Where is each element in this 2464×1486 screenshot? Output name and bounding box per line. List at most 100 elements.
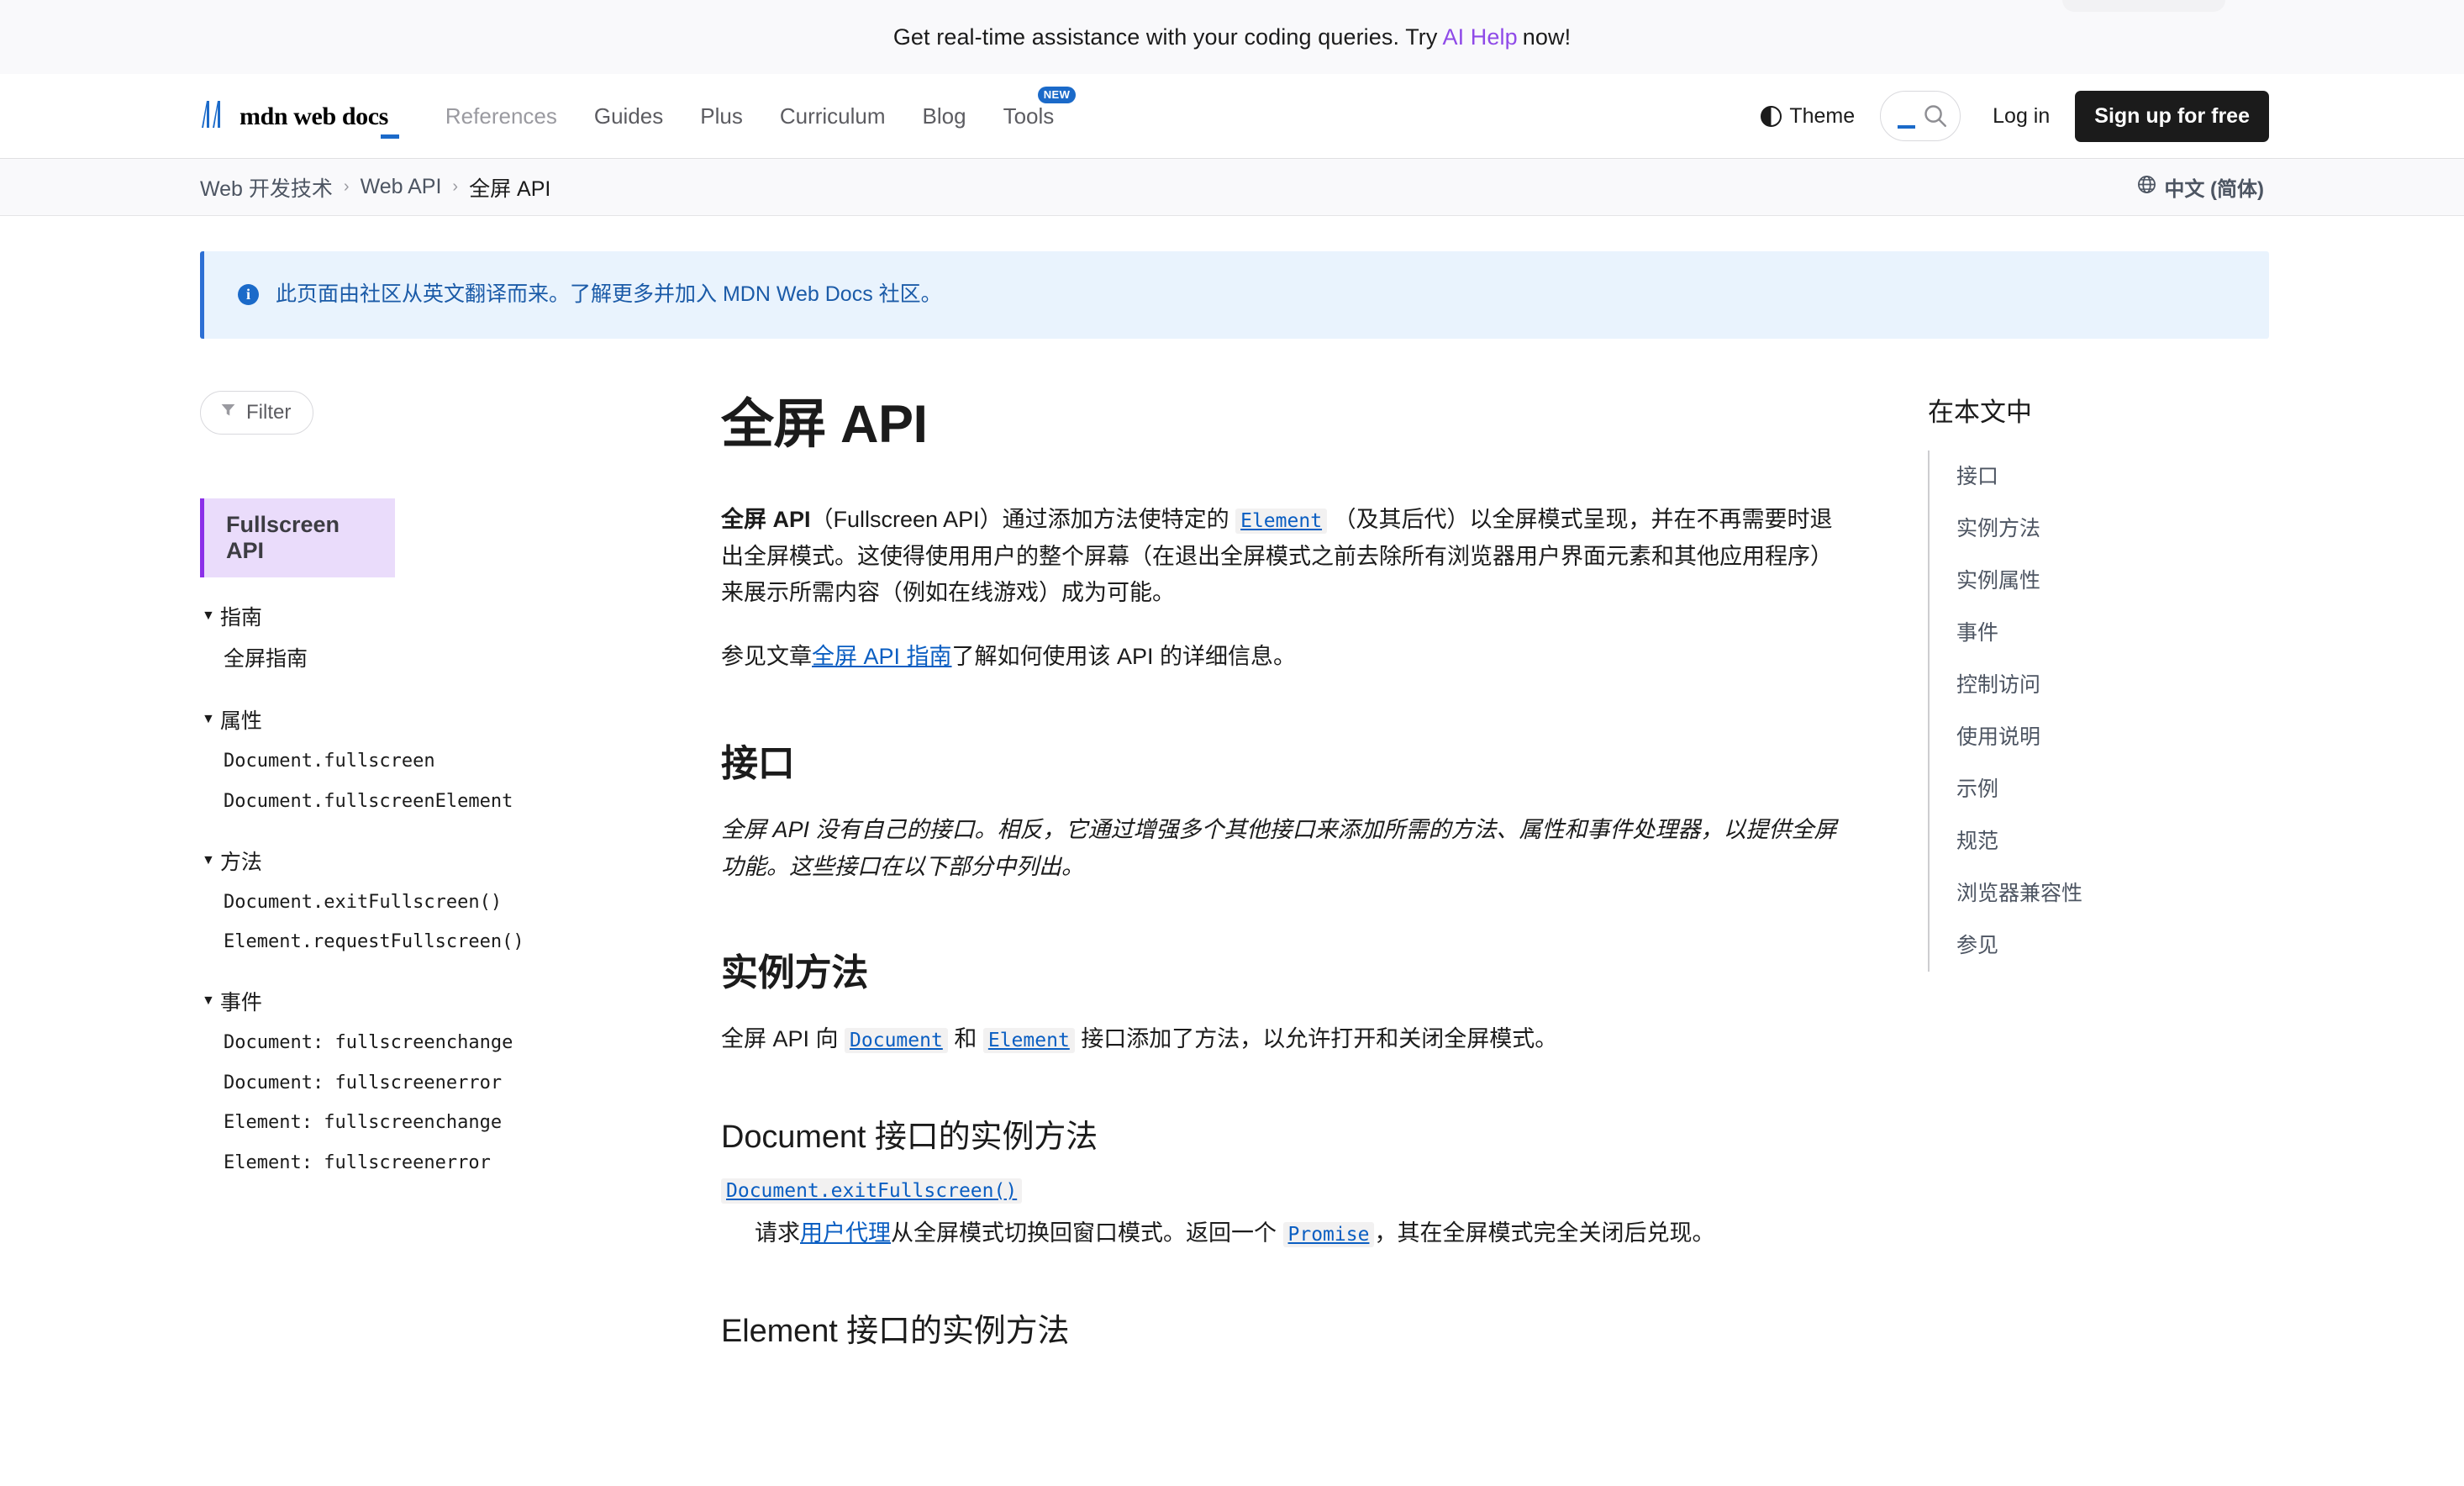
notice-text-before: 此页面由社区从英文翻译而来。 [276,282,571,306]
toc-list-item: 事件 [1930,607,2269,659]
sidebar-group-label: 方法 [219,850,262,874]
code-promise-link[interactable]: Promise [1282,1222,1375,1248]
toc-list-item: 规范 [1930,815,2269,867]
toc-item-events[interactable]: 事件 [1930,607,2269,659]
im-intro-part1: 全屏 API 向 [721,1026,839,1052]
new-badge: NEW [1037,86,1077,104]
nav-label: Guides [593,103,664,129]
toc-item-examples[interactable]: 示例 [1930,763,2269,815]
sidebar-group-label: 属性 [219,709,262,734]
fullscreen-guide-link[interactable]: 全屏 API 指南 [812,644,952,669]
code-link-label[interactable]: Element [988,1030,1070,1051]
toc-list-item: 接口 [1930,451,2269,503]
language-switcher-button[interactable]: 中文 (简体) [2131,171,2269,203]
see-guide-part1: 参见文章 [721,644,812,670]
notice-text-after: 。 [920,282,942,306]
im-intro-and: 和 [954,1026,977,1052]
translation-notice: i 此页面由社区从英文翻译而来。了解更多并加入 MDN Web Docs 社区。 [200,251,2269,339]
toc-item-instance-methods[interactable]: 实例方法 [1930,503,2269,555]
sidebar-group-events[interactable]: ▼ 事件 [200,979,262,1023]
theme-toggle-button[interactable]: Theme [1749,97,1866,135]
toc-item-specifications[interactable]: 规范 [1930,815,2269,867]
breadcrumb-separator-icon: › [452,177,459,196]
logo-cursor-icon [380,134,399,139]
nav-item-guides[interactable]: Guides [576,103,682,129]
sidebar-item-fullscreen-guide[interactable]: 全屏指南 [200,638,687,682]
chevron-down-icon: ▼ [202,712,215,727]
chevron-down-icon: ▼ [202,608,215,623]
code-link-label[interactable]: Document.exitFullscreen() [726,1180,1017,1202]
toc-item-browser-compatibility[interactable]: 浏览器兼容性 [1930,867,2269,920]
search-icon [1922,103,1948,133]
mdn-logo-link[interactable]: mdn web docs [200,100,399,139]
intro-bold-lead: 全屏 API [721,506,811,532]
promo-banner: Get real-time assistance with your codin… [0,0,2464,74]
notice-wrapper: i 此页面由社区从英文翻译而来。了解更多并加入 MDN Web Docs 社区。 [0,216,2464,339]
mdn-logo-text: mdn web docs [240,102,388,130]
promo-text-after: now! [1522,24,1572,50]
code-link-label[interactable]: Element [1240,510,1322,532]
code-link-label[interactable]: Promise [1288,1224,1370,1246]
breadcrumb-separator-icon: › [343,177,350,196]
breadcrumb-item-web-api[interactable]: Web API [361,175,442,199]
community-link[interactable]: 了解更多并加入 MDN Web Docs 社区 [570,282,921,306]
toc-list-item: 示例 [1930,763,2269,815]
info-icon: i [238,284,259,306]
code-link-label[interactable]: Document [850,1030,943,1051]
code-element-link[interactable]: Element [982,1028,1075,1054]
sidebar: Filter Fullscreen API ▼ 指南 全屏指南 ▼ 属性 Doc… [200,339,687,1183]
search-input[interactable] [1880,91,1961,141]
dd-part1: 请求 [755,1220,800,1246]
see-guide-paragraph: 参见文章全屏 API 指南了解如何使用该 API 的详细信息。 [721,639,1849,676]
toc-item-access-control[interactable]: 控制访问 [1930,659,2269,711]
sidebar-group-properties[interactable]: ▼ 属性 [200,698,262,741]
toc-item-instance-properties[interactable]: 实例属性 [1930,555,2269,607]
filter-button[interactable]: Filter [200,390,314,435]
sidebar-item-element-fullscreenerror[interactable]: Element: fullscreenerror [200,1143,687,1183]
toc-item-see-also[interactable]: 参见 [1930,920,2269,972]
toc-list-item: 实例属性 [1930,555,2269,607]
login-link[interactable]: Log in [1976,97,2066,135]
chevron-down-icon: ▼ [202,852,215,867]
code-document-link[interactable]: Document [845,1028,948,1054]
im-intro-part2: 接口添加了方法，以允许打开和关闭全屏模式。 [1081,1026,1558,1052]
heading-interfaces: 接口 [721,742,795,784]
nav-item-references[interactable]: References [427,103,576,129]
sidebar-item-document-fullscreenelement[interactable]: Document.fullscreenElement [200,782,687,822]
sidebar-item-document-fullscreenchange[interactable]: Document: fullscreenchange [200,1023,687,1063]
sidebar-item-document-exitfullscreen[interactable]: Document.exitFullscreen() [200,883,687,923]
breadcrumb-item-web-tech[interactable]: Web 开发技术 [200,172,333,203]
toc-item-usage-notes[interactable]: 使用说明 [1930,711,2269,763]
mdn-logo-icon [200,100,232,133]
intro-paragraph: 全屏 API（Fullscreen API）通过添加方法使特定的 Element… [721,502,1849,612]
instance-methods-intro: 全屏 API 向 Document 和 Element 接口添加了方法，以允许打… [721,1021,1849,1058]
nav-label: Blog [922,103,966,129]
user-agent-link[interactable]: 用户代理 [800,1220,891,1246]
site-header: mdn web docs References Guides Plus Curr… [0,74,2464,159]
filter-icon [219,401,237,424]
nav-item-tools[interactable]: Tools NEW [985,86,1077,129]
sidebar-group-methods[interactable]: ▼ 方法 [200,839,262,883]
theme-contrast-icon [1761,105,1782,127]
definition-term: Document.exitFullscreen() [721,1178,1849,1204]
nav-label: References [445,103,557,129]
page-title: 全屏 API [721,394,928,454]
nav-item-blog[interactable]: Blog [904,103,985,129]
sidebar-item-element-requestfullscreen[interactable]: Element.requestFullscreen() [200,922,687,962]
nav-item-curriculum[interactable]: Curriculum [761,103,904,129]
sidebar-group-guides[interactable]: ▼ 指南 [200,594,262,638]
sidebar-item-document-fullscreen[interactable]: Document.fullscreen [200,741,687,782]
toc-item-interfaces[interactable]: 接口 [1930,451,2269,503]
sidebar-item-fullscreen-api[interactable]: Fullscreen API [200,498,395,577]
ai-help-link[interactable]: AI Help [1442,24,1517,50]
sidebar-group-label: 指南 [219,605,262,630]
sidebar-item-element-fullscreenchange[interactable]: Element: fullscreenchange [200,1103,687,1143]
breadcrumb-item-current: 全屏 API [469,177,551,201]
code-exitfullscreen-link[interactable]: Document.exitFullscreen() [721,1178,1023,1204]
promo-text-before: Get real-time assistance with your codin… [892,24,1438,50]
nav-item-plus[interactable]: Plus [682,103,761,129]
signup-button[interactable]: Sign up for free [2075,90,2269,142]
code-element-link[interactable]: Element [1235,508,1328,534]
language-label: 中文 (简体) [2164,178,2264,201]
sidebar-item-document-fullscreenerror[interactable]: Document: fullscreenerror [200,1063,687,1104]
